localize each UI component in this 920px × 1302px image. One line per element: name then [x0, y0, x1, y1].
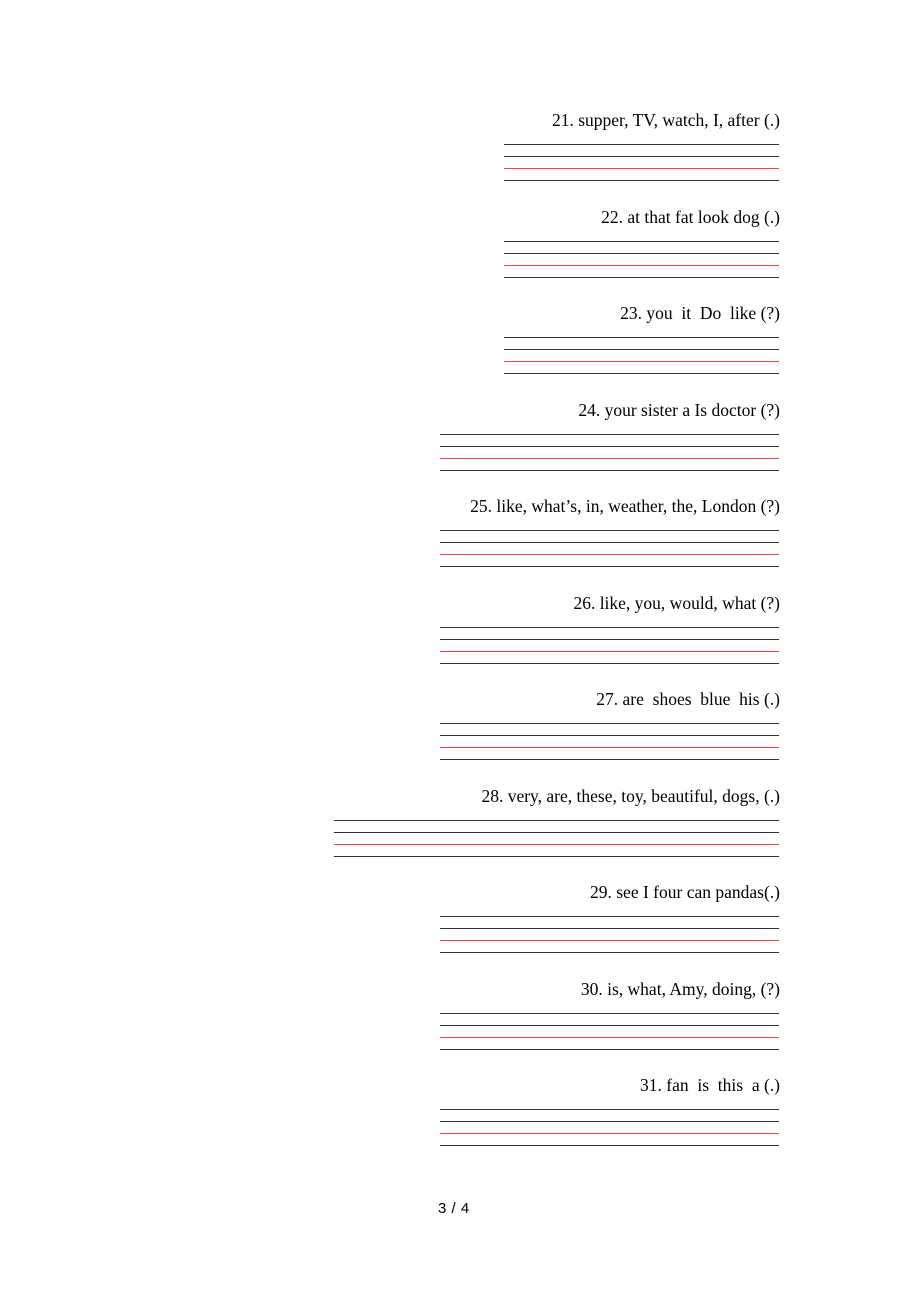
answer-line-red[interactable]	[440, 650, 779, 652]
answer-lines[interactable]	[440, 1012, 779, 1050]
answer-line[interactable]	[440, 722, 779, 724]
answer-lines[interactable]	[334, 819, 779, 857]
exercise-prompt: 23. you it Do like (?)	[620, 303, 780, 323]
answer-line-red[interactable]	[440, 1036, 779, 1038]
answer-line[interactable]	[504, 179, 779, 181]
answer-line[interactable]	[440, 1048, 779, 1050]
exercise-item: 24. your sister a Is doctor (?)	[0, 400, 920, 471]
answer-lines[interactable]	[440, 529, 779, 567]
answer-line[interactable]	[440, 565, 779, 567]
answer-line[interactable]	[440, 433, 779, 435]
exercise-item: 28. very, are, these, toy, beautiful, do…	[0, 786, 920, 857]
answer-line[interactable]	[440, 469, 779, 471]
answer-line[interactable]	[440, 734, 779, 736]
answer-line-red[interactable]	[334, 843, 779, 845]
answer-lines[interactable]	[440, 1108, 779, 1146]
answer-lines[interactable]	[504, 240, 779, 278]
answer-line-red[interactable]	[440, 553, 779, 555]
answer-lines[interactable]	[440, 433, 779, 471]
exercise-prompt: 21. supper, TV, watch, I, after (.)	[551, 110, 780, 130]
answer-line-red[interactable]	[440, 457, 779, 459]
answer-line[interactable]	[440, 1108, 779, 1110]
answer-line[interactable]	[440, 541, 779, 543]
answer-line[interactable]	[440, 1144, 779, 1146]
answer-line-red[interactable]	[440, 1132, 779, 1134]
exercise-item: 23. you it Do like (?)	[0, 303, 920, 374]
answer-line[interactable]	[504, 348, 779, 350]
exercise-prompt: 26. like, you, would, what (?)	[573, 593, 780, 613]
exercise-item: 30. is, what, Amy, doing, (?)	[0, 979, 920, 1050]
answer-line-red[interactable]	[504, 167, 779, 169]
exercise-item: 27. are shoes blue his (.)	[0, 689, 920, 760]
exercise-item: 29. see I four can pandas(.)	[0, 882, 920, 953]
answer-line-red[interactable]	[440, 939, 779, 941]
answer-line[interactable]	[504, 372, 779, 374]
answer-line[interactable]	[440, 1024, 779, 1026]
answer-line[interactable]	[504, 155, 779, 157]
answer-line[interactable]	[440, 758, 779, 760]
answer-lines[interactable]	[504, 336, 779, 374]
answer-line[interactable]	[440, 1012, 779, 1014]
exercise-prompt: 27. are shoes blue his (.)	[596, 689, 780, 709]
exercise-prompt: 30. is, what, Amy, doing, (?)	[580, 979, 780, 999]
answer-line[interactable]	[440, 626, 779, 628]
exercise-prompt: 28. very, are, these, toy, beautiful, do…	[481, 786, 780, 806]
answer-line[interactable]	[504, 336, 779, 338]
answer-line[interactable]	[440, 662, 779, 664]
answer-line[interactable]	[504, 252, 779, 254]
answer-lines[interactable]	[440, 626, 779, 664]
answer-line[interactable]	[440, 529, 779, 531]
answer-line-red[interactable]	[440, 746, 779, 748]
answer-line[interactable]	[334, 855, 779, 857]
answer-line[interactable]	[504, 240, 779, 242]
exercise-item: 22. at that fat look dog (.)	[0, 207, 920, 278]
answer-line[interactable]	[440, 445, 779, 447]
exercise-prompt: 25. like, what’s, in, weather, the, Lond…	[470, 496, 780, 516]
worksheet-page: 21. supper, TV, watch, I, after (.) 22. a…	[0, 0, 920, 1302]
answer-line[interactable]	[440, 638, 779, 640]
answer-line[interactable]	[440, 927, 779, 929]
page-number: 3 / 4	[438, 1200, 470, 1217]
exercise-prompt: 24. your sister a Is doctor (?)	[578, 400, 780, 420]
answer-lines[interactable]	[440, 722, 779, 760]
answer-line[interactable]	[334, 831, 779, 833]
answer-lines[interactable]	[440, 915, 779, 953]
answer-lines[interactable]	[504, 143, 779, 181]
exercise-prompt: 22. at that fat look dog (.)	[601, 207, 780, 227]
answer-line[interactable]	[504, 276, 779, 278]
answer-line[interactable]	[504, 143, 779, 145]
exercise-item: 31. fan is this a (.)	[0, 1075, 920, 1146]
exercise-item: 25. like, what’s, in, weather, the, Lond…	[0, 496, 920, 567]
answer-line[interactable]	[334, 819, 779, 821]
answer-line-red[interactable]	[504, 360, 779, 362]
exercise-item: 21. supper, TV, watch, I, after (.)	[0, 110, 920, 181]
answer-line[interactable]	[440, 951, 779, 953]
answer-line-red[interactable]	[504, 264, 779, 266]
exercise-prompt: 29. see I four can pandas(.)	[590, 882, 780, 902]
answer-line[interactable]	[440, 1120, 779, 1122]
answer-line[interactable]	[440, 915, 779, 917]
exercise-item: 26. like, you, would, what (?)	[0, 593, 920, 664]
exercise-prompt: 31. fan is this a (.)	[640, 1075, 780, 1095]
